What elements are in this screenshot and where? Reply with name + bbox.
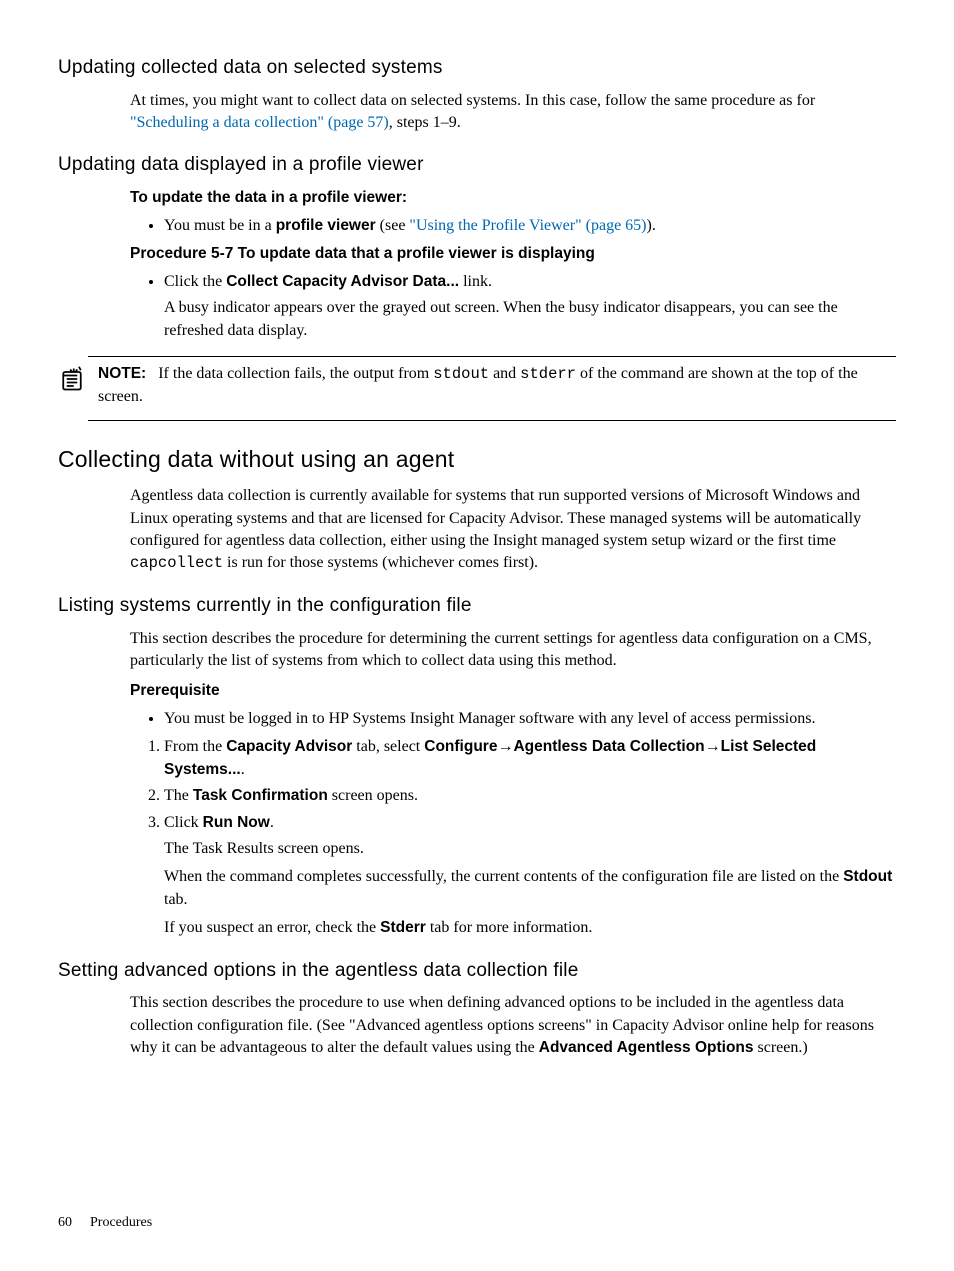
menu-agentless-data-collection: Agentless Data Collection <box>513 738 704 755</box>
note-divider-bottom <box>88 420 896 421</box>
text: tab, select <box>352 738 424 755</box>
text: From the <box>164 738 226 755</box>
tab-capacity-advisor: Capacity Advisor <box>226 738 352 755</box>
note-icon <box>58 365 86 400</box>
code-capcollect: capcollect <box>130 554 223 572</box>
tab-stdout: Stdout <box>843 868 892 885</box>
heading-updating-collected: Updating collected data on selected syst… <box>58 55 896 82</box>
text: screen opens. <box>328 787 418 804</box>
step3-sub2: When the command completes successfully,… <box>164 866 896 911</box>
text: screen.) <box>754 1039 808 1056</box>
footer-section: Procedures <box>90 1215 152 1230</box>
heading-updating-profile-viewer: Updating data displayed in a profile vie… <box>58 152 896 179</box>
step-1: From the Capacity Advisor tab, select Co… <box>164 736 896 781</box>
heading-collecting-without-agent: Collecting data without using an agent <box>58 443 896 475</box>
text: If the data collection fails, the output… <box>158 365 433 382</box>
step-2: The Task Confirmation screen opens. <box>164 785 896 807</box>
heading-setting-advanced-options: Setting advanced options in the agentles… <box>58 958 896 985</box>
step3-sub1: The Task Results screen opens. <box>164 838 896 860</box>
text: , steps 1–9. <box>389 114 461 131</box>
text: Click the <box>164 273 226 290</box>
lead-update-profile: To update the data in a profile viewer: <box>130 187 896 209</box>
para-listing-intro: This section describes the procedure for… <box>130 628 896 673</box>
para-agentless-intro: Agentless data collection is currently a… <box>130 485 896 575</box>
text: is run for those systems (whichever come… <box>223 554 538 571</box>
note-text: NOTE: If the data collection fails, the … <box>98 363 896 408</box>
para-sec1: At times, you might want to collect data… <box>130 90 896 135</box>
link-using-profile-viewer[interactable]: "Using the Profile Viewer" (page 65) <box>409 217 646 234</box>
code-stderr: stderr <box>520 365 576 383</box>
term-profile-viewer: profile viewer <box>276 217 376 234</box>
text: tab for more information. <box>426 919 593 936</box>
step-click-collect: Click the Collect Capacity Advisor Data.… <box>164 271 896 342</box>
page-footer: 60 Procedures <box>58 1213 152 1233</box>
para-advanced-options: This section describes the procedure to … <box>130 992 896 1059</box>
note-block: NOTE: If the data collection fails, the … <box>58 356 896 421</box>
menu-configure: Configure <box>424 738 497 755</box>
step3-sub3: If you suspect an error, check the Stder… <box>164 917 896 939</box>
bullet-prereq: You must be logged in to HP Systems Insi… <box>164 708 896 730</box>
text: At times, you might want to collect data… <box>130 92 815 109</box>
bullet-profile-viewer: You must be in a profile viewer (see "Us… <box>164 215 896 237</box>
text: link. <box>459 273 492 290</box>
text: tab. <box>164 891 188 908</box>
text: (see <box>376 217 410 234</box>
text: When the command completes successfully,… <box>164 868 843 885</box>
button-run-now: Run Now <box>203 814 270 831</box>
tab-stderr: Stderr <box>380 919 426 936</box>
page-number: 60 <box>58 1215 72 1230</box>
text: and <box>489 365 520 382</box>
text: . <box>241 761 245 778</box>
note-divider-top <box>88 356 896 357</box>
text: The <box>164 787 193 804</box>
procedure-title-5-7: Procedure 5-7 To update data that a prof… <box>130 243 896 265</box>
text: If you suspect an error, check the <box>164 919 380 936</box>
screen-task-confirmation: Task Confirmation <box>193 787 328 804</box>
arrow: → <box>705 738 721 755</box>
text: Agentless data collection is currently a… <box>130 487 861 549</box>
text: Click <box>164 814 203 831</box>
step-busy-indicator: A busy indicator appears over the grayed… <box>164 297 896 342</box>
code-stdout: stdout <box>433 365 489 383</box>
screen-advanced-agentless-options: Advanced Agentless Options <box>539 1039 754 1056</box>
text: . <box>270 814 274 831</box>
note-label: NOTE: <box>98 365 146 382</box>
link-scheduling-data-collection[interactable]: "Scheduling a data collection" (page 57) <box>130 114 389 131</box>
text: You must be in a <box>164 217 276 234</box>
link-label-collect-capacity: Collect Capacity Advisor Data... <box>226 273 459 290</box>
prerequisite-label: Prerequisite <box>130 680 896 702</box>
arrow: → <box>497 738 513 755</box>
heading-listing-systems: Listing systems currently in the configu… <box>58 593 896 620</box>
text: ). <box>647 217 656 234</box>
step-3: Click Run Now. The Task Results screen o… <box>164 812 896 940</box>
